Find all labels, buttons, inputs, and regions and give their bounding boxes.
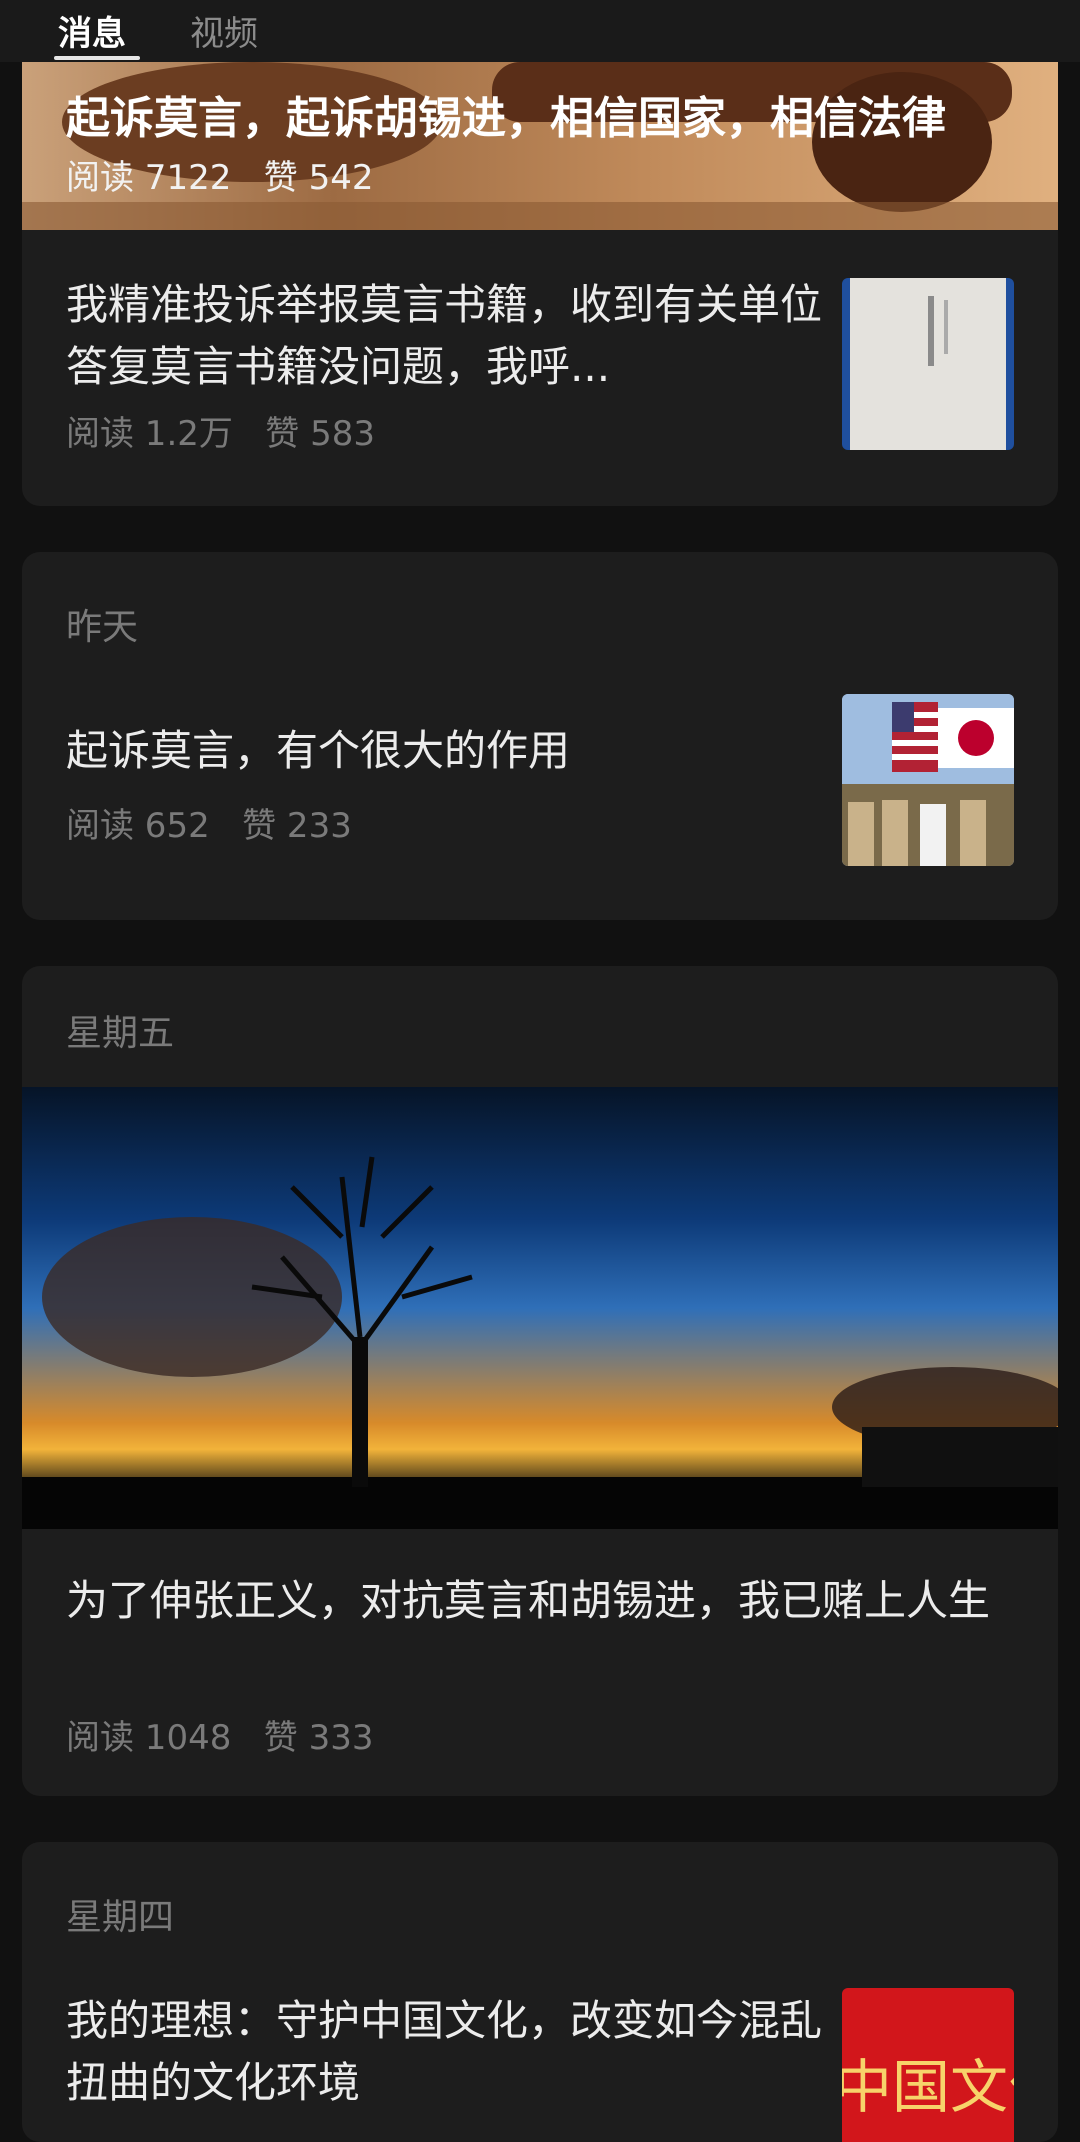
article-title: 我的理想：守护中国文化，改变如今混乱扭曲的文化环境 xyxy=(66,1996,823,2107)
article-card-3[interactable]: 星期五 为了伸张正义，对抗莫言和胡锡进，我已赌上人生 阅读 1048 赞 333 xyxy=(22,966,1058,1796)
top-tab-bar: 消息 视频 xyxy=(0,0,1080,62)
article-card-1[interactable]: 我精准投诉举报莫言书籍，收到有关单位答复莫言书籍没问题，我呼... 阅读 1.2… xyxy=(22,230,1058,506)
hero-title: 起诉莫言，起诉胡锡进，相信国家，相信法律 xyxy=(66,93,946,144)
article-title: 我精准投诉举报莫言书籍，收到有关单位答复莫言书籍没问题，我呼... xyxy=(66,280,823,391)
chinese-culture-thumbnail: 中国文化 xyxy=(842,1988,1014,2142)
tab-videos[interactable]: 视频 xyxy=(190,6,258,55)
thumbnail-text: 中国文化 xyxy=(842,2053,1014,2121)
tab-messages[interactable]: 消息 xyxy=(58,6,126,55)
hero-meta: 阅读 7122 赞 542 xyxy=(66,158,374,198)
article-meta: 阅读 652 赞 233 xyxy=(66,806,352,846)
sunset-tree-image xyxy=(22,1087,1058,1529)
tree-silhouette xyxy=(22,1156,1058,1529)
book-thumbnail xyxy=(842,278,1014,450)
article-meta: 阅读 1048 赞 333 xyxy=(66,1718,374,1758)
hero-article[interactable]: 起诉莫言，起诉胡锡进，相信国家，相信法律 阅读 7122 赞 542 xyxy=(22,62,1058,230)
flags-thumbnail xyxy=(842,694,1014,866)
article-title: 起诉莫言，有个很大的作用 xyxy=(66,726,571,775)
article-card-2[interactable]: 昨天 起诉莫言，有个很大的作用 阅读 652 赞 233 xyxy=(22,552,1058,920)
article-card-4[interactable]: 星期四 我的理想：守护中国文化，改变如今混乱扭曲的文化环境 中国文化 xyxy=(22,1842,1058,2142)
article-meta: 阅读 1.2万 赞 583 xyxy=(66,414,376,454)
date-label: 星期五 xyxy=(66,1013,175,1054)
flags-image xyxy=(842,694,1014,866)
article-title: 为了伸张正义，对抗莫言和胡锡进，我已赌上人生 xyxy=(66,1576,991,1625)
date-label: 星期四 xyxy=(66,1897,175,1938)
date-label: 昨天 xyxy=(66,607,139,648)
active-tab-indicator xyxy=(54,56,140,60)
